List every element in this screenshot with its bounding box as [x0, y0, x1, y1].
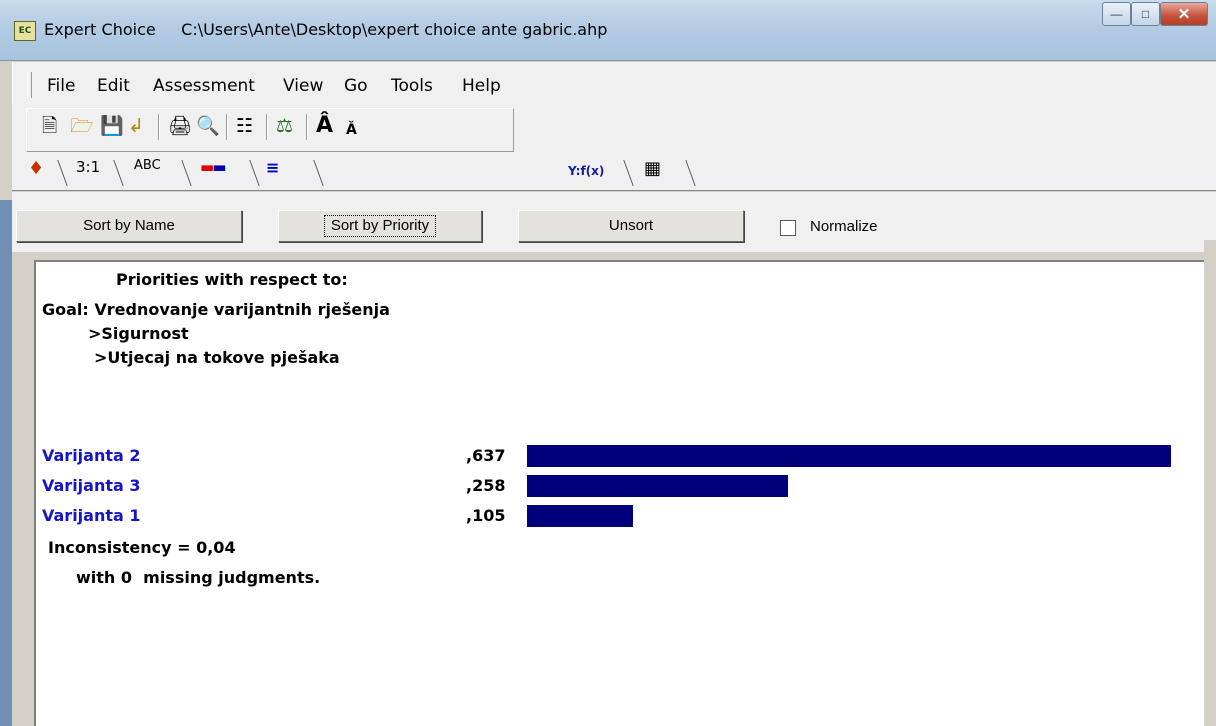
tab-priorities-active[interactable]: ≡ — [266, 158, 279, 186]
tab-divider — [675, 160, 696, 186]
new-file-icon[interactable]: 🗎 — [42, 116, 57, 136]
sort-controls: Sort by Name Sort by Priority Unsort Nor… — [12, 192, 1216, 252]
tab-numerical[interactable]: 3:1 — [76, 158, 100, 186]
alternative-value: ,258 — [466, 476, 506, 495]
menu-assessment[interactable]: Assessment — [153, 76, 255, 96]
menu-go[interactable]: Go — [344, 76, 368, 96]
minimize-button[interactable]: — — [1102, 2, 1131, 26]
tab-divider — [103, 160, 124, 186]
font-decrease-icon[interactable]: Ǎ — [346, 120, 357, 140]
menu-help[interactable]: Help — [462, 76, 501, 96]
print-preview-icon[interactable]: 🔍 — [196, 116, 220, 136]
toolbar: 🗎 🗁 💾 ↲ 🖨 🔍 ☷ ⚖ Â Ǎ — [12, 104, 1216, 154]
alternative-name: Varijanta 3 — [42, 476, 141, 495]
sort-by-priority-button[interactable]: Sort by Priority — [278, 210, 482, 242]
menu-edit[interactable]: Edit — [97, 76, 130, 96]
priorities-panel: Priorities with respect to: Goal: Vredno… — [34, 260, 1206, 726]
menu-bar: File Edit Assessment View Go Tools Help — [12, 62, 1216, 104]
priority-bar — [527, 475, 788, 497]
print-icon[interactable]: 🖨 — [168, 116, 192, 136]
app-window: EC Expert Choice C:\Users\Ante\Desktop\e… — [0, 0, 1216, 726]
grid-table-icon[interactable]: ▦ — [644, 158, 661, 186]
normalize-checkbox[interactable] — [780, 220, 796, 236]
menu-tools[interactable]: Tools — [391, 76, 433, 96]
inconsistency-text: Inconsistency = 0,04 — [48, 538, 236, 557]
unsort-button[interactable]: Unsort — [518, 210, 744, 242]
maximize-button[interactable]: □ — [1131, 2, 1160, 26]
toolbar-separator — [306, 114, 308, 140]
alternative-value: ,105 — [466, 506, 506, 525]
title-bar: EC Expert Choice C:\Users\Ante\Desktop\e… — [0, 0, 1216, 61]
window-controls: — □ ✕ — [1102, 2, 1208, 28]
tab-graphical[interactable]: ▬▬ — [200, 158, 226, 186]
tab-divider — [239, 160, 260, 186]
tab-divider — [47, 160, 68, 186]
close-button[interactable]: ✕ — [1160, 2, 1208, 26]
priority-bar — [527, 505, 633, 527]
toolbar-separator — [266, 114, 268, 140]
alternative-name: Varijanta 2 — [42, 446, 141, 465]
missing-judgments-text: with 0 missing judgments. — [76, 568, 321, 587]
tab-verbal[interactable]: ABC — [134, 158, 161, 186]
criterion-level1: >Sigurnost — [88, 324, 189, 343]
priority-bar — [527, 445, 1171, 467]
window-right-edge — [1204, 240, 1216, 726]
hierarchy-icon[interactable]: ☷ — [236, 116, 253, 136]
alternative-name: Varijanta 1 — [42, 506, 141, 525]
tab-divider — [171, 160, 192, 186]
undo-arrow-icon[interactable]: ↲ — [128, 116, 144, 136]
window-title: Expert Choice C:\Users\Ante\Desktop\expe… — [44, 20, 608, 39]
alternative-value: ,637 — [466, 446, 506, 465]
sort-by-name-button[interactable]: Sort by Name — [16, 210, 242, 242]
tab-formula[interactable]: Y:f(x) — [568, 164, 604, 192]
menubar-grip — [27, 72, 32, 98]
normalize-label: Normalize — [810, 218, 878, 235]
tab-divider — [613, 160, 634, 186]
open-folder-icon[interactable]: 🗁 — [70, 116, 94, 136]
menu-view[interactable]: View — [283, 76, 323, 96]
tab-divider — [303, 160, 324, 186]
tab-objectives[interactable]: ♦ — [28, 158, 44, 186]
report-heading: Priorities with respect to: — [116, 270, 348, 289]
save-icon[interactable]: 💾 — [100, 116, 124, 136]
criterion-level2: >Utjecaj na tokove pješaka — [94, 348, 340, 367]
window-left-edge — [0, 200, 12, 726]
menu-file[interactable]: File — [47, 76, 75, 96]
balance-scale-icon[interactable]: ⚖ — [276, 116, 293, 136]
app-logo-icon: EC — [14, 21, 36, 41]
font-increase-icon[interactable]: Â — [316, 115, 333, 137]
toolbar-separator — [158, 114, 160, 140]
toolbar-separator — [226, 114, 228, 140]
tab-row: ♦ 3:1 ABC ▬▬ ≡ Y:f(x) ▦ — [12, 154, 1216, 191]
goal-label: Goal: Vrednovanje varijantnih rješenja — [42, 300, 390, 319]
